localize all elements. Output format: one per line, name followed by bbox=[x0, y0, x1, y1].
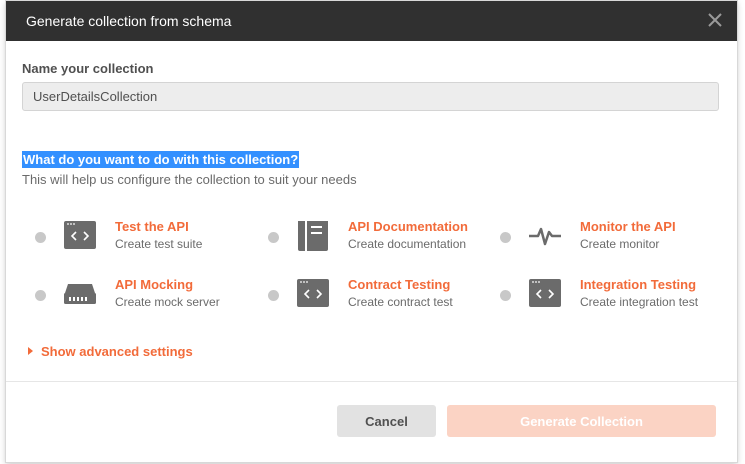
code-window-icon bbox=[63, 221, 97, 255]
purpose-question: What do you want to do with this collect… bbox=[22, 151, 300, 168]
option-desc: Create contract test bbox=[348, 295, 453, 309]
radio-integration-testing[interactable] bbox=[500, 290, 511, 301]
option-api-mocking[interactable]: API Mocking Create mock server bbox=[35, 277, 267, 319]
radio-monitor-the-api[interactable] bbox=[500, 232, 511, 243]
document-icon bbox=[296, 219, 330, 255]
option-desc: Create test suite bbox=[115, 237, 203, 251]
option-title: API Documentation bbox=[348, 219, 468, 234]
option-title: Monitor the API bbox=[580, 219, 676, 234]
dialog-title: Generate collection from schema bbox=[26, 13, 232, 29]
option-integration-testing[interactable]: Integration Testing Create integration t… bbox=[500, 277, 732, 319]
option-title: Contract Testing bbox=[348, 277, 451, 292]
caret-right-icon bbox=[28, 347, 33, 355]
radio-api-mocking[interactable] bbox=[35, 290, 46, 301]
pulse-icon bbox=[528, 221, 562, 255]
advanced-settings-label: Show advanced settings bbox=[41, 344, 193, 359]
option-contract-testing[interactable]: Contract Testing Create contract test bbox=[268, 277, 500, 319]
code-window-icon bbox=[296, 279, 330, 313]
cancel-button[interactable]: Cancel bbox=[337, 405, 436, 437]
code-window-icon bbox=[528, 279, 562, 313]
option-desc: Create monitor bbox=[580, 237, 660, 251]
server-icon bbox=[63, 279, 97, 313]
option-desc: Create documentation bbox=[348, 237, 467, 251]
generate-collection-button[interactable]: Generate Collection bbox=[447, 405, 716, 437]
option-desc: Create integration test bbox=[580, 295, 699, 309]
collection-name-label: Name your collection bbox=[22, 61, 154, 76]
radio-contract-testing[interactable] bbox=[268, 290, 279, 301]
dialog-header: Generate collection from schema bbox=[6, 1, 737, 41]
show-advanced-settings-link[interactable]: Show advanced settings bbox=[28, 344, 193, 359]
radio-api-documentation[interactable] bbox=[268, 232, 279, 243]
radio-test-the-api[interactable] bbox=[35, 232, 46, 243]
option-title: Test the API bbox=[115, 219, 189, 234]
option-desc: Create mock server bbox=[115, 295, 220, 309]
option-title: API Mocking bbox=[115, 277, 194, 292]
option-test-the-api[interactable]: Test the API Create test suite bbox=[35, 219, 267, 261]
purpose-helper-text: This will help us configure the collecti… bbox=[22, 172, 357, 187]
option-title: Integration Testing bbox=[580, 277, 697, 292]
option-api-documentation[interactable]: API Documentation Create documentation bbox=[268, 219, 500, 261]
footer-divider bbox=[6, 381, 737, 382]
collection-name-input[interactable] bbox=[22, 82, 719, 111]
option-monitor-the-api[interactable]: Monitor the API Create monitor bbox=[500, 219, 732, 261]
close-icon[interactable] bbox=[705, 10, 725, 30]
generate-collection-dialog: Generate collection from schema Name you… bbox=[6, 1, 737, 462]
